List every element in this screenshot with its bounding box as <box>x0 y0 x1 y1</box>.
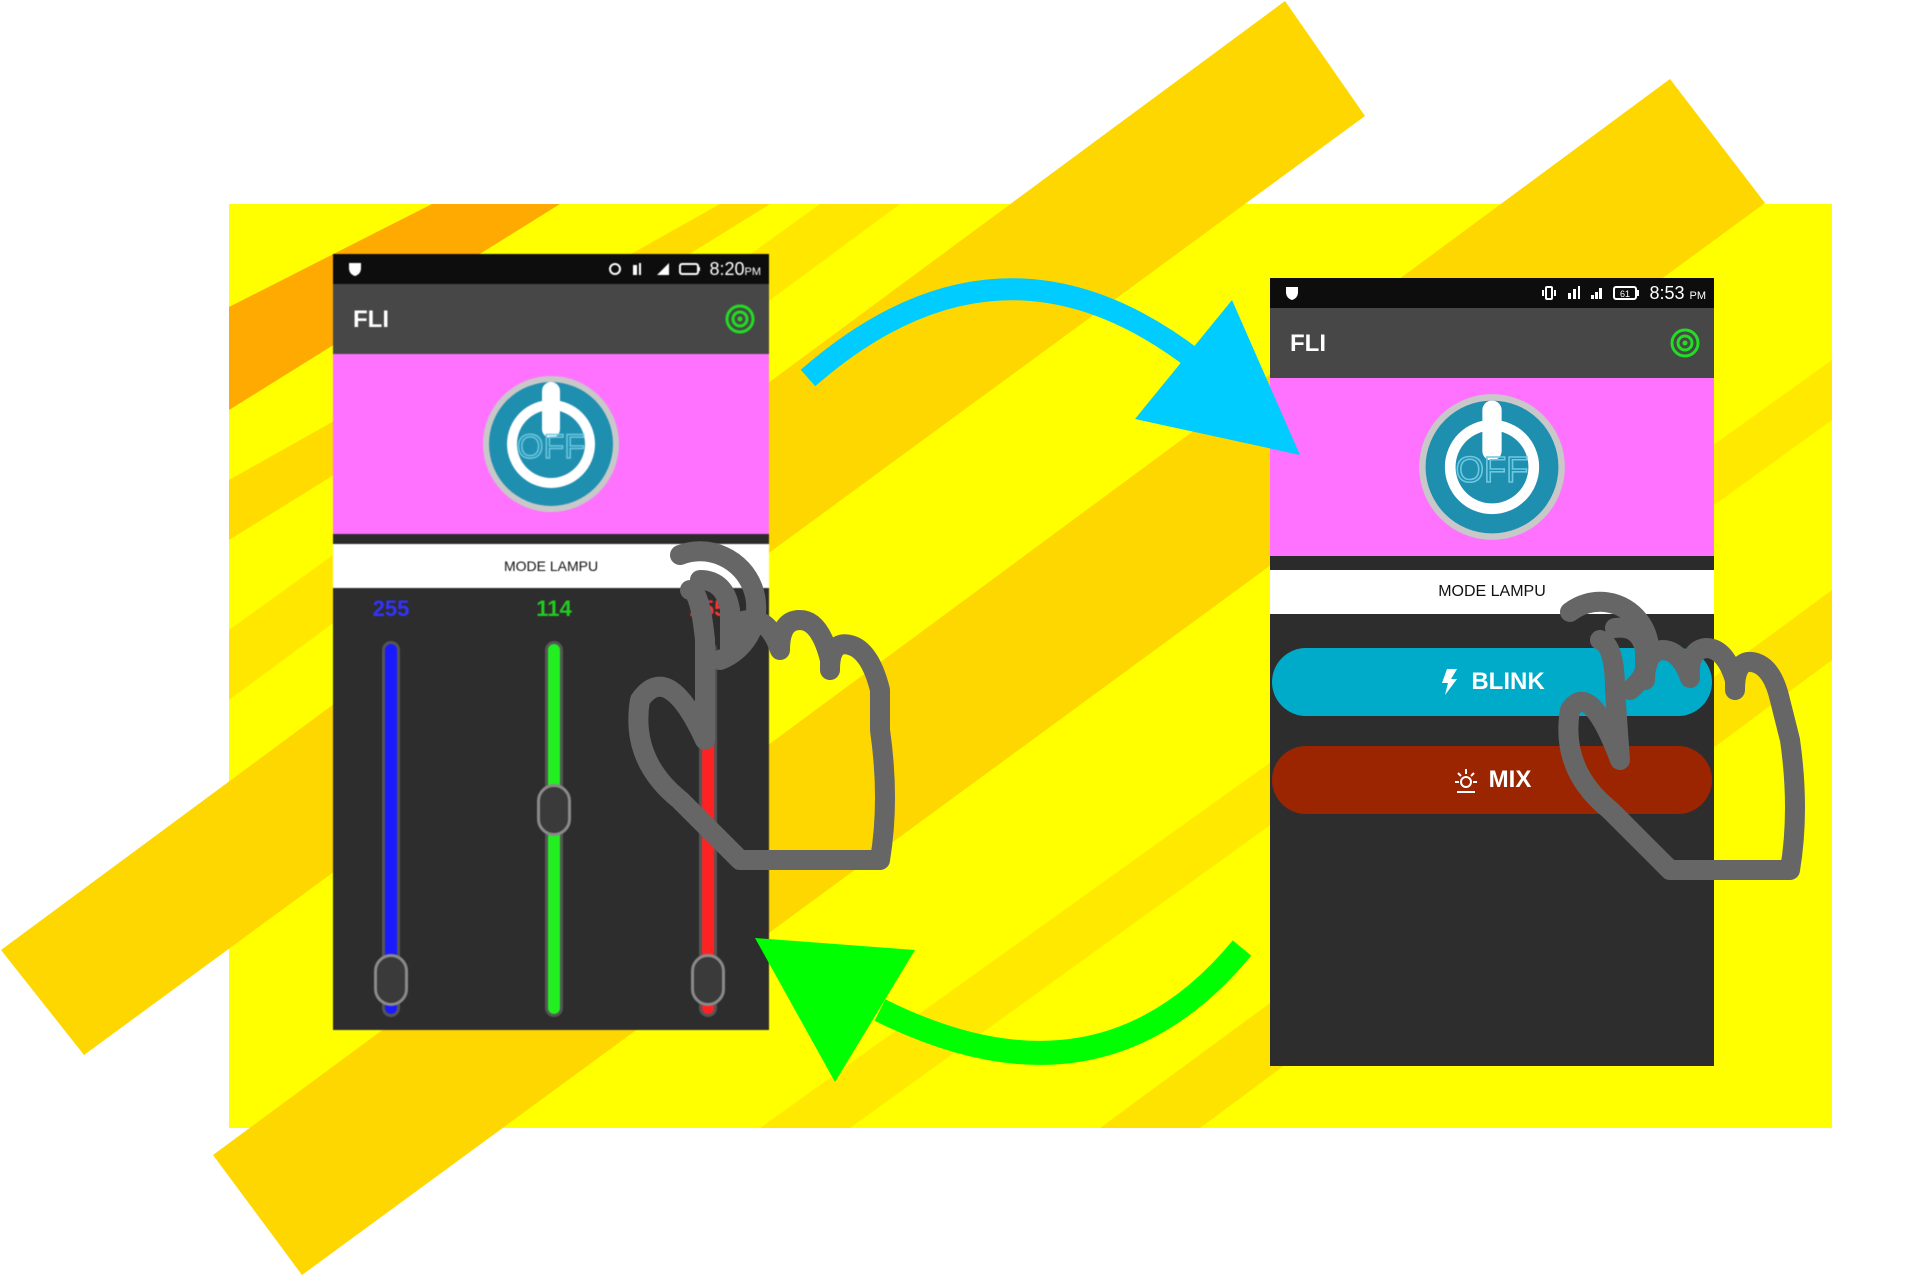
status-clock: 8:20PM <box>709 258 761 279</box>
mix-button-label: MIX <box>1488 766 1532 793</box>
status-bar: 8:20PM <box>333 254 769 284</box>
shield-icon <box>1286 287 1298 300</box>
power-state-label: OFF <box>517 428 585 466</box>
app-title: FLI <box>1290 330 1326 357</box>
app-title: FLI <box>353 306 389 333</box>
lightning-icon <box>1442 669 1458 695</box>
app-bar: FLI <box>1270 308 1714 378</box>
bluetooth-connected-icon[interactable] <box>1670 328 1700 358</box>
signal-3g-icon <box>1568 286 1581 299</box>
blink-button[interactable]: BLINK <box>1272 648 1712 716</box>
mode-lampu-bar[interactable]: MODE LAMPU <box>333 544 769 588</box>
power-button[interactable]: OFF <box>481 374 621 514</box>
power-panel: OFF <box>1270 378 1714 556</box>
battery-icon: 61 <box>1613 286 1640 300</box>
divider <box>333 534 769 544</box>
battery-icon <box>679 263 701 275</box>
mode-lampu-bar[interactable]: MODE LAMPU <box>1270 570 1714 614</box>
slider-thumb-blue[interactable] <box>374 954 408 1006</box>
mode-label: MODE LAMPU <box>503 558 599 574</box>
status-bar: 61 8:53 PM <box>1270 278 1714 308</box>
mix-button[interactable]: MIX <box>1272 746 1712 814</box>
bluetooth-connected-icon[interactable] <box>725 304 755 334</box>
status-clock: 8:53 PM <box>1649 282 1706 303</box>
left-phone-screen: 8:20PM FLI OFF MODE LAMPU 255 114 255 <box>333 254 769 1030</box>
signal-icon <box>1591 288 1603 299</box>
right-phone-screen: 61 8:53 PM FLI OFF MODE LAMPU BLINK MIX <box>1270 278 1714 1066</box>
blink-button-label: BLINK <box>1471 668 1545 695</box>
slider-thumb-green[interactable] <box>537 784 571 836</box>
shield-icon <box>349 263 361 276</box>
mix-burst-icon <box>1454 769 1477 793</box>
mode-label: MODE LAMPU <box>1438 583 1546 600</box>
slider-value-blue: 255 <box>372 596 410 621</box>
slider-value-green: 114 <box>536 596 572 621</box>
slider-value-red: 255 <box>689 596 727 621</box>
slider-thumb-red[interactable] <box>691 954 725 1006</box>
signal-3g-icon <box>633 263 642 275</box>
sync-icon <box>609 263 622 275</box>
power-button[interactable]: OFF <box>1417 392 1567 542</box>
vibrate-icon <box>1542 286 1557 300</box>
power-panel: OFF <box>333 354 769 534</box>
divider <box>1270 556 1714 570</box>
power-state-label: OFF <box>1456 449 1529 490</box>
app-bar: FLI <box>333 284 769 354</box>
battery-level: 61 <box>1620 289 1630 299</box>
signal-icon <box>657 263 670 275</box>
